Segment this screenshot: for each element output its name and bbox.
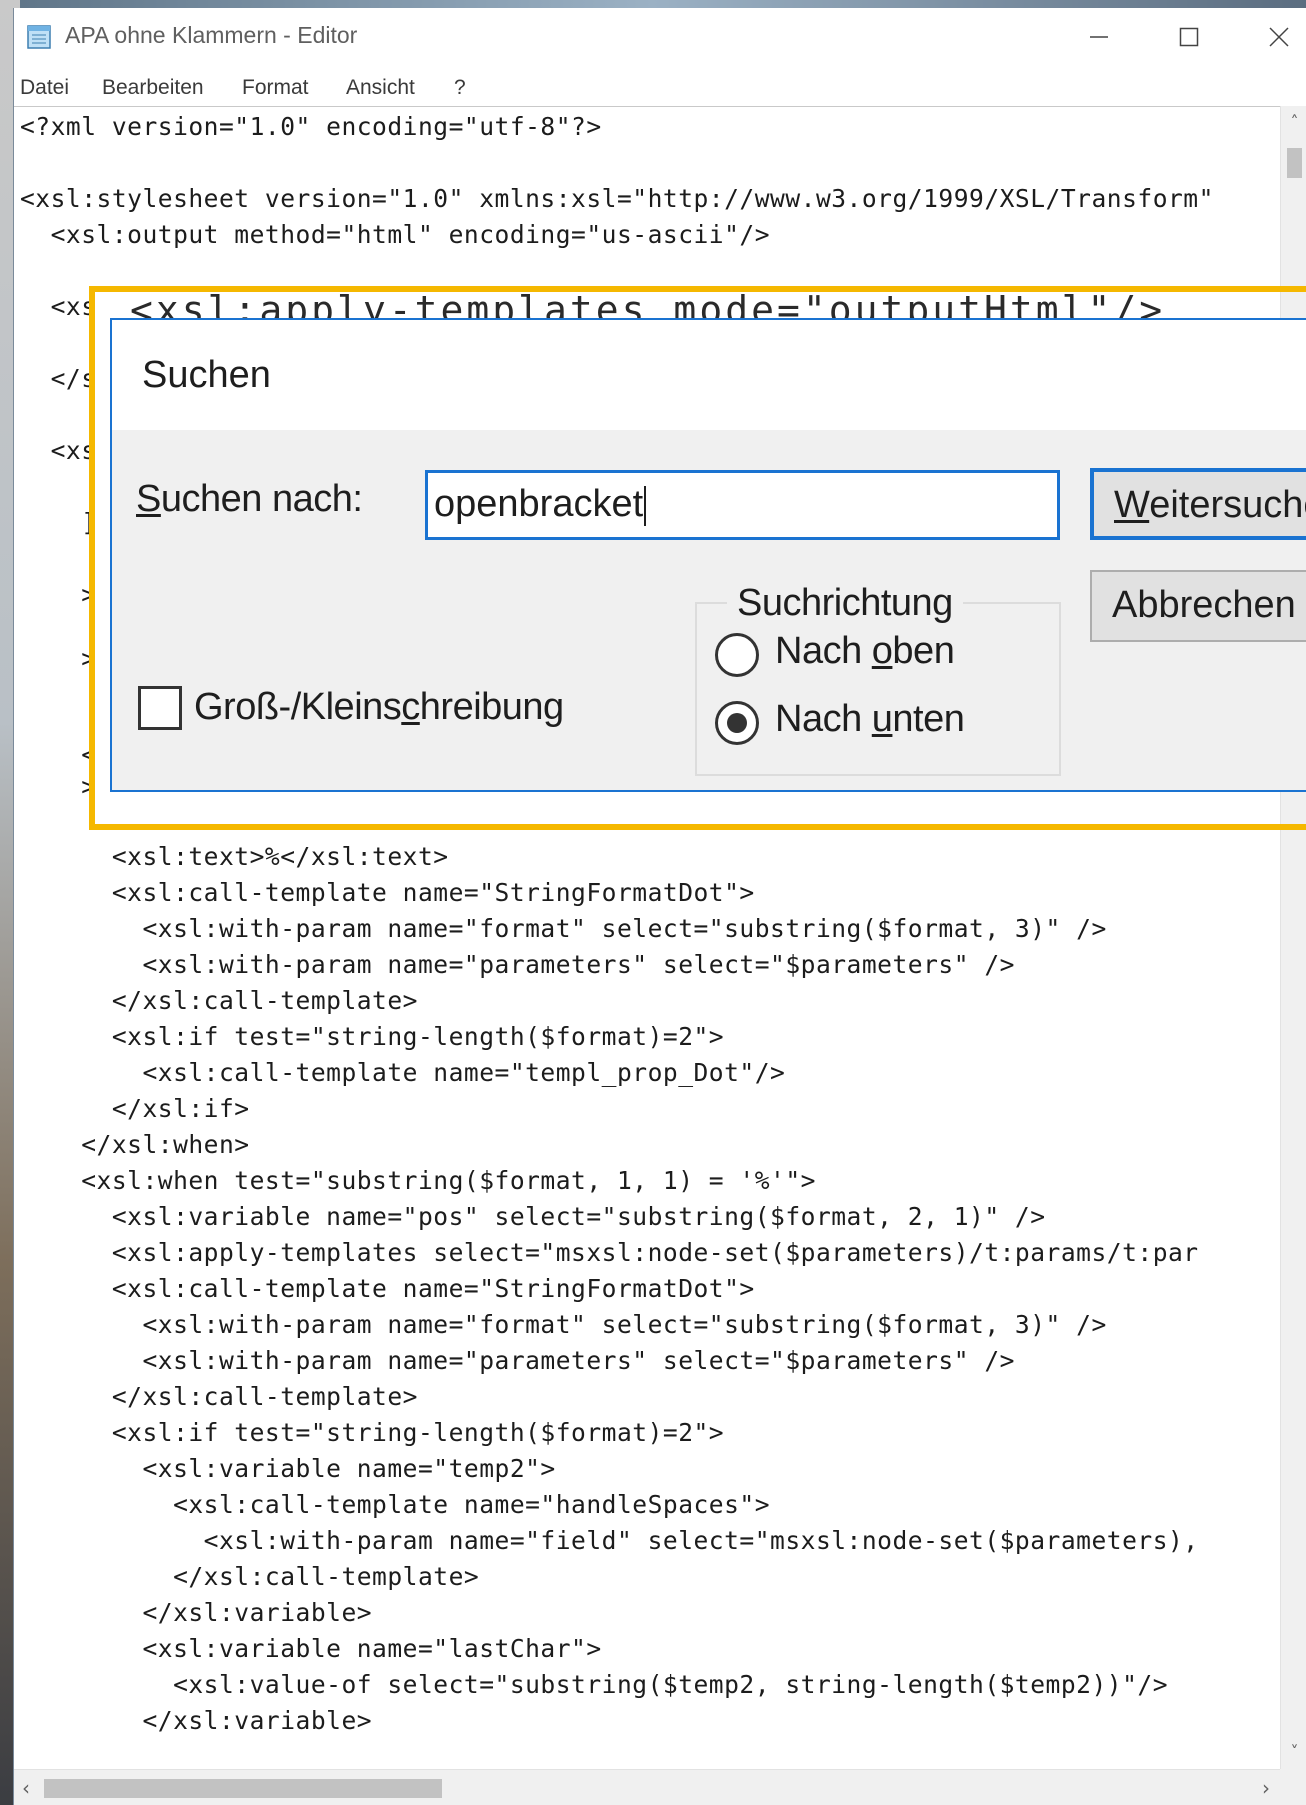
dialog-title-bar[interactable]: Suchen — [112, 320, 1306, 430]
code-line: <xsl:with-param name="format" select="su… — [20, 914, 1107, 943]
scroll-left-icon[interactable]: ‹ — [22, 1776, 30, 1800]
close-icon — [1269, 27, 1289, 47]
resize-grip[interactable] — [1280, 1769, 1306, 1805]
match-case-checkbox[interactable] — [138, 686, 182, 730]
minimize-button[interactable] — [1054, 8, 1144, 66]
code-line: <xsl:variable name="pos" select="substri… — [20, 1202, 1046, 1231]
code-line: <xsl:stylesheet version="1.0" xmlns:xsl=… — [20, 184, 1214, 213]
text-caret — [644, 485, 647, 526]
menu-format[interactable]: Format — [242, 76, 309, 100]
window-title: APA ohne Klammern - Editor — [65, 22, 358, 48]
code-line: <xsl:if test="string-length($format)=2"> — [20, 1022, 725, 1051]
horizontal-scrollbar[interactable]: ‹ › — [14, 1769, 1280, 1805]
maximize-icon — [1179, 27, 1199, 47]
code-line: <xsl:variable name="lastChar"> — [20, 1634, 602, 1663]
code-line: <xsl:call-template name="StringFormatDot… — [20, 1274, 755, 1303]
scroll-up-icon[interactable]: ˄ — [1281, 112, 1306, 131]
code-line: <xsl:with-param name="parameters" select… — [20, 950, 1015, 979]
direction-down-radio[interactable] — [715, 701, 759, 745]
menu-bar: Datei Bearbeiten Format Ansicht ? — [14, 66, 1306, 104]
desktop-background-top — [0, 0, 1306, 8]
direction-up-label[interactable]: Nach oben — [775, 630, 955, 673]
code-line: <xsl:if test="string-length($format)=2"> — [20, 1418, 725, 1447]
menu-help[interactable]: ? — [454, 76, 466, 100]
code-line: </xsl:variable> — [20, 1706, 373, 1735]
code-line: <xsl:variable name="temp2"> — [20, 1454, 556, 1483]
scroll-down-icon[interactable]: ˅ — [1281, 1742, 1306, 1761]
search-input[interactable]: openbracket — [425, 470, 1060, 540]
close-button[interactable] — [1234, 8, 1306, 66]
code-line: <xsl:with-param name="field" select="msx… — [20, 1526, 1199, 1555]
code-line: < — [20, 740, 97, 769]
code-line: <xsl:with-param name="parameters" select… — [20, 1346, 1015, 1375]
horizontal-scroll-thumb[interactable] — [44, 1779, 442, 1798]
title-bar[interactable]: APA ohne Klammern - Editor — [14, 8, 1306, 66]
code-line: <?xml version="1.0" encoding="utf-8"?> — [20, 112, 602, 141]
radio-selected-dot — [727, 713, 747, 733]
code-line: <xsl:when test="substring($format, 1, 1)… — [20, 1166, 816, 1195]
direction-up-radio[interactable] — [715, 633, 759, 677]
code-line: <xsl:value-of select="substring($temp2, … — [20, 1670, 1169, 1699]
direction-down-label[interactable]: Nach unten — [775, 698, 965, 741]
maximize-button[interactable] — [1144, 8, 1234, 66]
code-line: <xsl:call-template name="StringFormatDot… — [20, 878, 755, 907]
notepad-window: APA ohne Klammern - Editor Datei Bearbei… — [13, 8, 1306, 1805]
code-line: > — [20, 580, 97, 609]
code-line: <xsl:text>%</xsl:text> — [20, 842, 449, 871]
code-line: <xs — [20, 436, 97, 465]
code-line: </xsl:call-template> — [20, 1562, 480, 1591]
code-line: </xsl:call-template> — [20, 1382, 418, 1411]
menu-datei[interactable]: Datei — [20, 76, 69, 100]
code-line: <xsl:call-template name="templ_prop_Dot"… — [20, 1058, 786, 1087]
code-line: </xsl:variable> — [20, 1598, 373, 1627]
code-line: <xsl:with-param name="format" select="su… — [20, 1310, 1107, 1339]
vertical-scroll-thumb[interactable] — [1287, 148, 1302, 178]
code-line: </xsl:if> — [20, 1094, 250, 1123]
cancel-button[interactable]: Abbrechen — [1090, 570, 1306, 642]
direction-group-label: Suchrichtung — [727, 582, 963, 625]
minimize-icon — [1090, 36, 1108, 38]
menu-ansicht[interactable]: Ansicht — [346, 76, 415, 100]
code-line: <xsl:apply-templates select="msxsl:node-… — [20, 1238, 1199, 1267]
code-line: </xsl:when> — [20, 1130, 250, 1159]
code-line: > — [20, 644, 97, 673]
code-line: > — [20, 772, 97, 801]
code-line: </s — [20, 364, 97, 393]
notepad-icon — [27, 25, 51, 49]
menu-bearbeiten[interactable]: Bearbeiten — [102, 76, 204, 100]
search-label: Suchen nach: — [136, 478, 363, 520]
direction-group — [695, 602, 1061, 776]
scroll-right-icon[interactable]: › — [1262, 1776, 1270, 1800]
code-line: ] — [20, 508, 97, 537]
code-line: </xsl:call-template> — [20, 986, 418, 1015]
find-dialog: Suchen Suchen nach: openbracket Weitersu… — [110, 318, 1306, 792]
code-line: <xs — [20, 292, 97, 321]
dialog-title: Suchen — [142, 354, 271, 396]
find-next-button[interactable]: Weitersuchen — [1090, 468, 1306, 540]
code-line: <xsl:output method="html" encoding="us-a… — [20, 220, 771, 249]
code-line: <xsl:call-template name="handleSpaces"> — [20, 1490, 771, 1519]
match-case-label[interactable]: Groß-/Kleinschreibung — [194, 686, 564, 729]
